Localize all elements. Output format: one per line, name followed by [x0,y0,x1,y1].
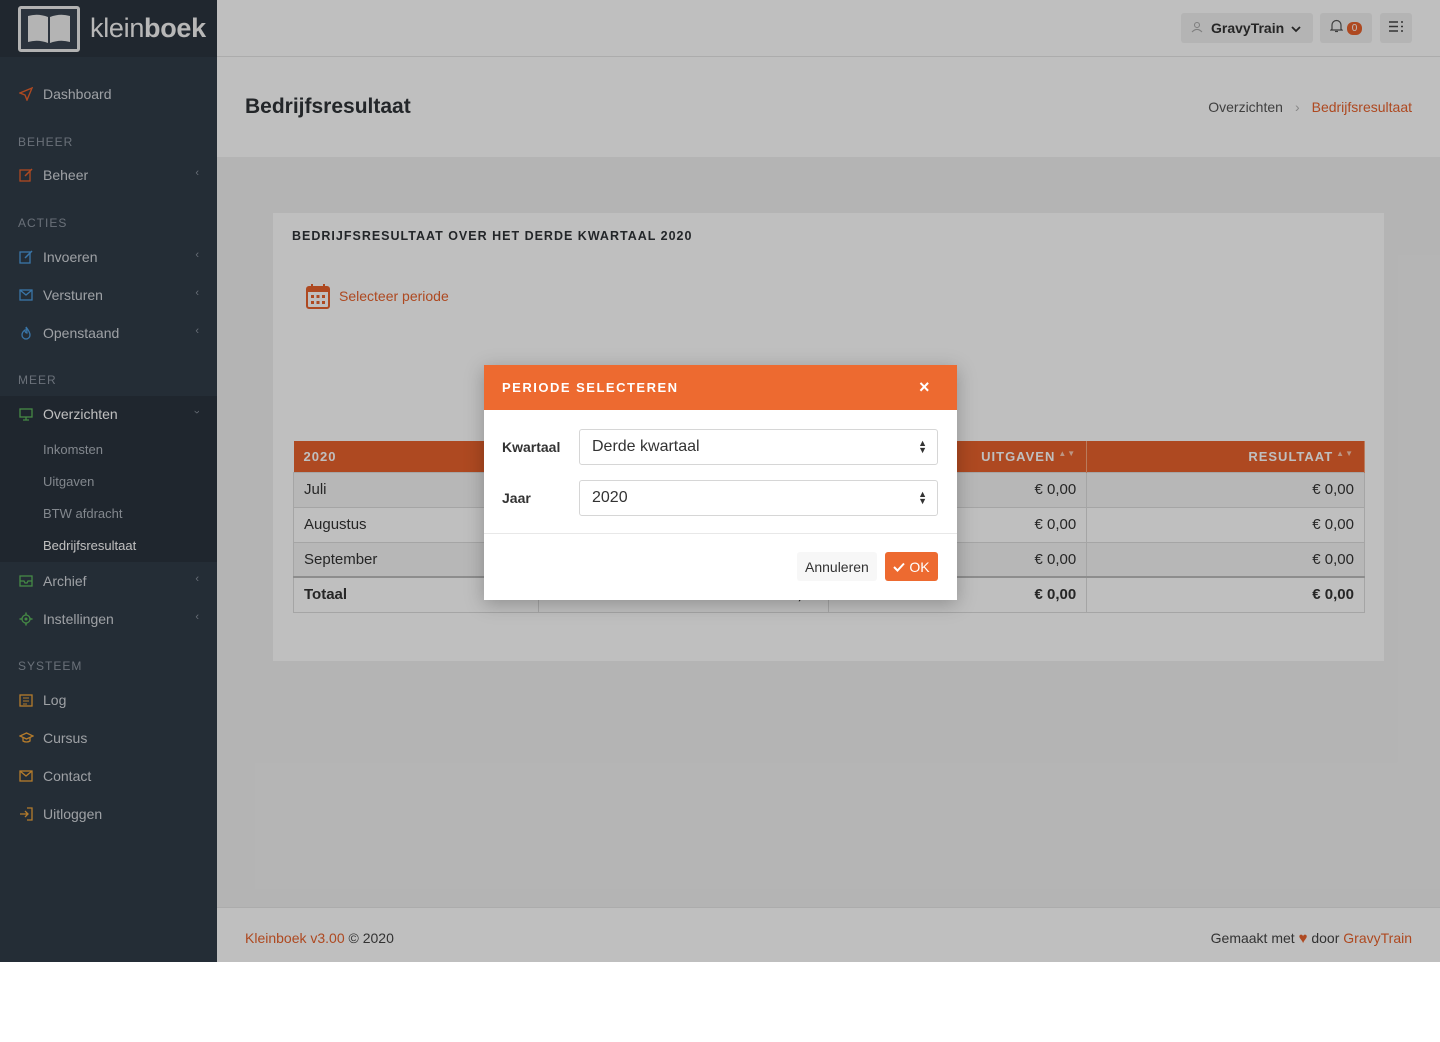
kwartaal-label: Kwartaal [502,439,561,455]
app-window: kleinboek Dashboard BEHEER Beheer ‹ ACTI… [0,0,1440,962]
select-arrows-icon: ▲ ▼ [918,438,927,455]
jaar-value: 2020 [592,489,628,506]
kwartaal-select[interactable]: Derde kwartaal ▲ ▼ [579,429,938,465]
close-icon[interactable]: × [919,377,931,398]
jaar-row: Jaar 2020 ▲ ▼ [502,480,938,516]
ok-label: OK [909,558,930,575]
select-arrows-icon: ▲ ▼ [918,489,927,506]
period-modal: PERIODE SELECTEREN × Kwartaal Derde kwar… [484,365,957,600]
cancel-button[interactable]: Annuleren [797,552,877,581]
jaar-select[interactable]: 2020 ▲ ▼ [579,480,938,516]
modal-header: PERIODE SELECTEREN × [484,365,957,410]
check-icon [893,559,906,575]
modal-divider [484,533,957,534]
ok-button[interactable]: OK [885,552,938,581]
modal-title: PERIODE SELECTEREN [502,380,679,395]
kwartaal-row: Kwartaal Derde kwartaal ▲ ▼ [502,429,938,465]
kwartaal-value: Derde kwartaal [592,438,700,455]
jaar-label: Jaar [502,490,531,506]
